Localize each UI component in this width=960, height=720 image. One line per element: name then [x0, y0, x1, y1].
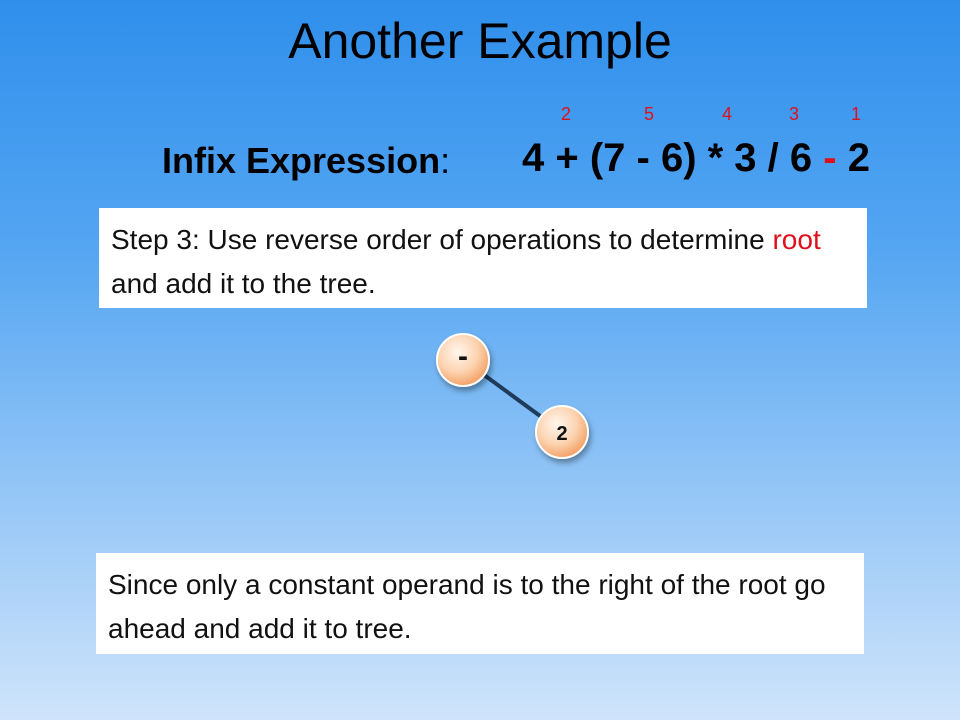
tree-node-root: -	[436, 333, 490, 387]
info-box: Since only a constant operand is to the …	[96, 553, 864, 654]
slide: Another Example 2 5 4 3 1 Infix Expressi…	[0, 0, 960, 720]
tree-node-right-label: 2	[556, 423, 567, 445]
tree-node-root-label: -	[458, 340, 468, 373]
tree-node-right: 2	[535, 405, 589, 459]
